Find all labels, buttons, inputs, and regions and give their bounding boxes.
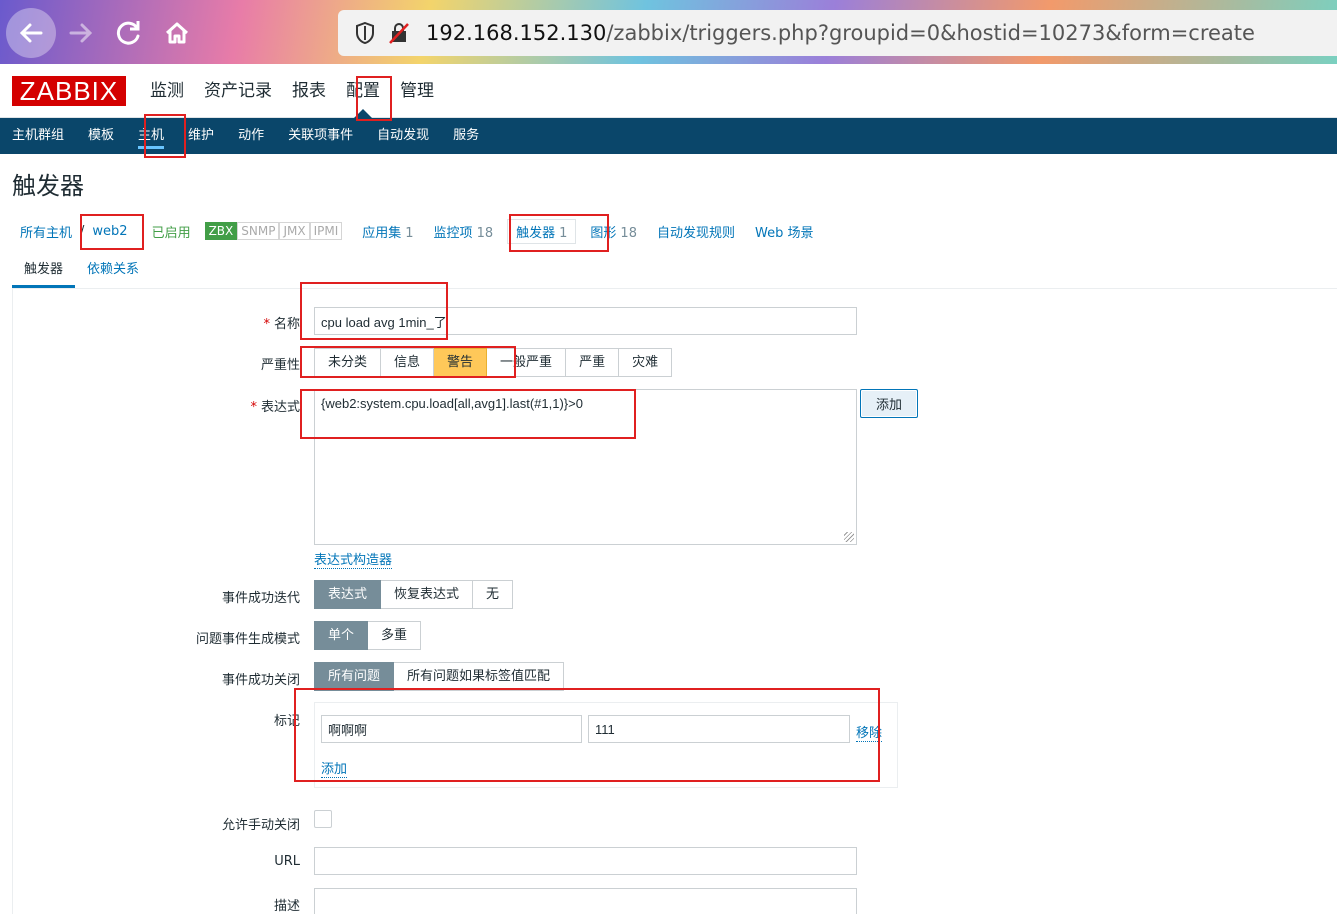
web-scenarios-link[interactable]: Web 场景 (755, 222, 813, 241)
menu-inventory[interactable]: 资产记录 (204, 64, 272, 118)
manual-close-label: 允许手动关闭 (221, 818, 300, 833)
url-label: URL (274, 854, 300, 869)
snmp-badge: SNMP (237, 222, 280, 240)
add-expression-button[interactable]: 添加 (860, 389, 918, 418)
tab-trigger[interactable]: 触发器 (12, 252, 76, 288)
all-hosts-link[interactable]: 所有主机 (20, 222, 72, 241)
menu-reports[interactable]: 报表 (292, 64, 326, 118)
severity-not-classified[interactable]: 未分类 (314, 348, 382, 377)
severity-information[interactable]: 信息 (381, 348, 435, 377)
triggers-link[interactable]: 触发器 1 (507, 218, 577, 244)
expression-text: {web2:system.cpu.load[all,avg1].last(#1,… (321, 396, 583, 411)
ok-gen-none[interactable]: 无 (473, 580, 514, 609)
items-count: 18 (476, 225, 494, 241)
url-path: /zabbix/triggers.php?groupid=0&hostid=10… (606, 21, 1255, 45)
severity-warning[interactable]: 警告 (434, 348, 488, 377)
severity-disaster[interactable]: 灾难 (619, 348, 673, 377)
breadcrumb-separator: / (80, 223, 85, 239)
zbx-badge: ZBX (204, 222, 238, 240)
manual-close-checkbox[interactable] (314, 810, 332, 828)
submenu-services[interactable]: 服务 (453, 118, 479, 154)
submenu-discovery[interactable]: 自动发现 (377, 118, 429, 154)
ok-gen-recovery-expression[interactable]: 恢复表达式 (381, 580, 474, 609)
items-link[interactable]: 监控项 18 (434, 222, 494, 241)
submenu-maintenance[interactable]: 维护 (188, 118, 214, 154)
name-label-text: 名称 (273, 317, 300, 332)
applications-link[interactable]: 应用集 1 (362, 222, 413, 241)
host-breadcrumb: 所有主机 / web2 已启用 ZBX SNMP JMX IPMI 应用集 1 监… (20, 218, 813, 244)
menu-administration[interactable]: 管理 (400, 64, 434, 118)
submenu-templates[interactable]: 模板 (88, 118, 114, 154)
form-tabs: 触发器 依赖关系 (12, 252, 1337, 289)
graphs-link[interactable]: 图形 18 (590, 222, 637, 241)
ok-closes-tag-match[interactable]: 所有问题如果标签值匹配 (394, 662, 565, 691)
submenu-hosts[interactable]: 主机 (138, 118, 165, 154)
jmx-badge: JMX (279, 222, 310, 240)
main-header: ZABBIX 监测 资产记录 报表 配置 管理 (0, 64, 1337, 118)
tags-label: 标记 (273, 714, 300, 729)
severity-selector: 未分类 信息 警告 一般严重 严重 灾难 (314, 348, 673, 377)
problem-mode-label: 问题事件生成模式 (195, 632, 300, 647)
problem-mode-multiple[interactable]: 多重 (368, 621, 422, 650)
triggers-count: 1 (559, 225, 568, 241)
severity-label: 严重性 (260, 358, 300, 373)
graphs-count: 18 (620, 225, 637, 241)
tag-value-input[interactable]: 111 (588, 715, 850, 743)
name-label: * 名称 (263, 317, 300, 332)
availability-tags: ZBX SNMP JMX IPMI (204, 222, 343, 240)
submenu-host-groups[interactable]: 主机群组 (12, 118, 64, 154)
ok-event-generation-selector: 表达式 恢复表达式 无 (314, 580, 514, 609)
submenu-correlation[interactable]: 关联项事件 (288, 118, 353, 154)
discovery-rules-link[interactable]: 自动发现规则 (657, 222, 735, 241)
page-title: 触发器 (12, 172, 84, 200)
tab-dependencies[interactable]: 依赖关系 (75, 252, 151, 288)
severity-average[interactable]: 一般严重 (487, 348, 567, 377)
url-host: 192.168.152.130 (426, 21, 607, 45)
insecure-lock-icon[interactable] (382, 18, 416, 48)
menu-configuration[interactable]: 配置 (346, 64, 380, 118)
menu-monitoring[interactable]: 监测 (150, 64, 184, 118)
browser-toolbar: 192.168.152.130/zabbix/triggers.php?grou… (0, 0, 1337, 64)
applications-count: 1 (405, 225, 414, 241)
expression-textarea[interactable]: {web2:system.cpu.load[all,avg1].last(#1,… (314, 389, 857, 545)
shield-icon[interactable] (348, 18, 382, 48)
submenu-actions[interactable]: 动作 (238, 118, 264, 154)
forward-icon[interactable] (56, 8, 106, 58)
zabbix-logo[interactable]: ZABBIX (12, 76, 126, 106)
ok-event-closes-selector: 所有问题 所有问题如果标签值匹配 (314, 662, 565, 691)
url-text: 192.168.152.130/zabbix/triggers.php?grou… (426, 21, 1255, 45)
expression-constructor-link[interactable]: 表达式构造器 (314, 549, 393, 569)
name-input[interactable]: cpu load avg 1min_了 (314, 307, 857, 335)
resize-grip-icon[interactable] (844, 532, 854, 542)
reload-icon[interactable] (104, 8, 154, 58)
description-textarea[interactable] (314, 888, 857, 914)
tag-name-input[interactable]: 啊啊啊 (321, 715, 582, 743)
ipmi-badge: IPMI (309, 222, 343, 240)
host-link[interactable]: web2 (92, 224, 127, 239)
triggers-label: 触发器 (516, 225, 556, 241)
ok-closes-all[interactable]: 所有问题 (314, 662, 395, 691)
ok-event-closes-label: 事件成功关闭 (221, 673, 300, 688)
tag-remove-link[interactable]: 移除 (856, 722, 883, 742)
back-icon[interactable] (6, 8, 56, 58)
problem-mode-single[interactable]: 单个 (314, 621, 369, 650)
url-input[interactable] (314, 847, 857, 875)
tag-add-link[interactable]: 添加 (321, 758, 348, 778)
sub-menu: 主机群组 模板 主机 维护 动作 关联项事件 自动发现 服务 (0, 118, 1337, 154)
home-icon[interactable] (152, 8, 202, 58)
host-status: 已启用 (151, 225, 191, 241)
ok-gen-expression[interactable]: 表达式 (314, 580, 382, 609)
ok-event-generation-label: 事件成功迭代 (221, 591, 300, 606)
graphs-label: 图形 (590, 225, 617, 241)
main-menu: 监测 资产记录 报表 配置 管理 (150, 64, 454, 118)
address-bar[interactable]: 192.168.152.130/zabbix/triggers.php?grou… (338, 10, 1337, 56)
expression-label-text: 表达式 (260, 400, 300, 415)
expression-label: * 表达式 (250, 400, 300, 415)
severity-high[interactable]: 严重 (566, 348, 620, 377)
description-label: 描述 (273, 899, 300, 914)
problem-mode-selector: 单个 多重 (314, 621, 422, 650)
items-label: 监控项 (433, 225, 473, 241)
applications-label: 应用集 (362, 225, 402, 241)
